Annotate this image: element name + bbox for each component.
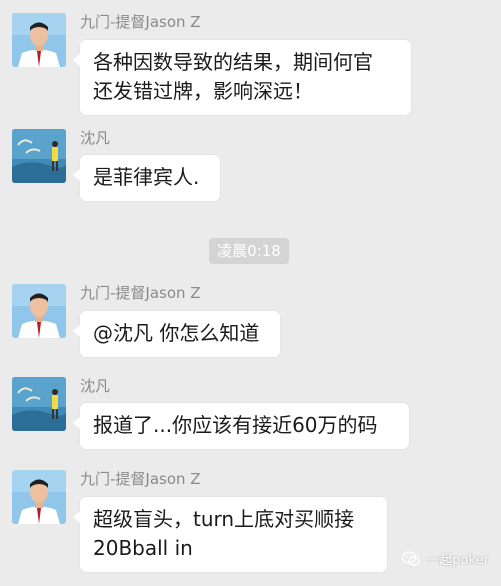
avatar-jason[interactable] (12, 284, 66, 338)
message-bubble[interactable]: 报道了...你应该有接近60万的码 (73, 403, 409, 449)
message-bubble[interactable]: 各种因数导致的结果，期间何官 还发错过牌，影响深远！ (73, 40, 411, 115)
man-portrait-avatar-icon (12, 13, 66, 67)
painting-avatar-icon (12, 129, 66, 183)
message-text-line: 各种因数导致的结果，期间何官 (93, 50, 373, 74)
avatar-shenfan[interactable] (12, 129, 66, 183)
sender-name: 沈凡 (80, 377, 111, 395)
message-bubble[interactable]: 超级盲头，turn上底对买顺接 20Bball in (73, 497, 387, 572)
avatar-jason[interactable] (12, 13, 66, 67)
avatar-jason[interactable] (12, 470, 66, 524)
sender-name: 九门-提督Jason Z (80, 284, 201, 302)
message-bubble[interactable]: 是菲律宾人. (73, 155, 220, 201)
man-portrait-avatar-icon (12, 284, 66, 338)
wechat-icon (402, 550, 421, 566)
message-text-line: 20Bball in (93, 536, 193, 560)
man-portrait-avatar-icon (12, 470, 66, 524)
message-text-line: @沈凡 你怎么知道 (93, 321, 260, 345)
sender-name: 沈凡 (80, 129, 111, 147)
sender-name: 九门-提督Jason Z (80, 13, 201, 31)
painting-avatar-icon (12, 377, 66, 431)
sender-name: 九门-提督Jason Z (80, 470, 201, 488)
message-bubble[interactable]: @沈凡 你怎么知道 (73, 311, 280, 357)
timestamp-divider: 凌晨0:18 (209, 238, 289, 264)
watermark: 一起poker (402, 549, 489, 568)
watermark-text: 一起poker (426, 553, 489, 568)
avatar-shenfan[interactable] (12, 377, 66, 431)
message-text-line: 还发错过牌，影响深远！ (93, 79, 313, 103)
message-text-line: 是菲律宾人. (93, 165, 200, 189)
message-text-line: 报道了...你应该有接近60万的码 (93, 413, 378, 437)
message-text-line: 超级盲头，turn上底对买顺接 (93, 507, 355, 531)
